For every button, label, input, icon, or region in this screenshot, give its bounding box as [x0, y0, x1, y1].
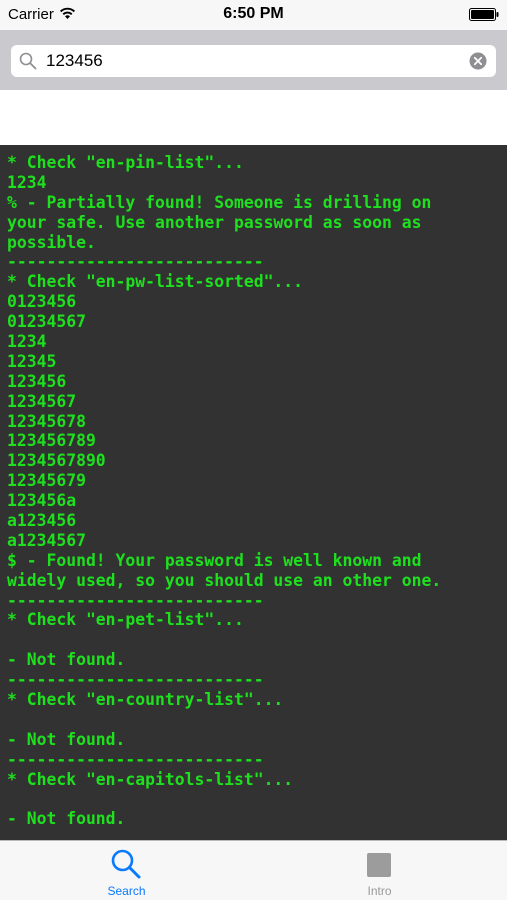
battery-icon: [469, 8, 499, 21]
status-bar: Carrier 6:50 PM: [0, 0, 507, 30]
tab-search-label: Search: [107, 884, 146, 898]
console-output[interactable]: * Check "en-pin-list"... 1234% - Partiall…: [0, 145, 507, 840]
tab-search[interactable]: Search: [0, 841, 253, 900]
console-line: --------------------------: [7, 590, 264, 610]
console-line: 12345: [7, 351, 57, 371]
console-line: 12345678: [7, 411, 86, 431]
console-line: 123456a: [7, 491, 77, 511]
console-line: 12345679: [7, 471, 86, 491]
content-spacer: [0, 90, 507, 145]
console-text: * Check "en-pin-list"... 1234% - Partiall…: [7, 153, 503, 829]
console-line: 1234: [7, 172, 47, 192]
console-line: * Check "en-country-list"...: [7, 690, 284, 710]
console-line: $ - Found! Your password is well known a…: [7, 550, 422, 570]
console-line: 1234567890: [7, 451, 106, 471]
console-line: % - Partially found! Someone is drilling…: [7, 192, 432, 212]
console-line: * Check "en-pin-list"...: [7, 153, 244, 172]
console-line: --------------------------: [7, 252, 264, 272]
console-line: a123456: [7, 511, 77, 531]
console-line: a1234567: [7, 530, 86, 550]
tab-intro[interactable]: Intro: [253, 841, 506, 900]
console-line: widely used, so you should use an other …: [7, 570, 442, 590]
console-line: - Not found.: [7, 809, 126, 829]
search-field[interactable]: [11, 45, 496, 77]
search-icon: [19, 52, 37, 70]
console-line: * Check "en-pet-list"...: [7, 610, 244, 630]
tab-bar: Search Intro: [0, 840, 507, 900]
console-line: 01234567: [7, 312, 86, 332]
console-line: - Not found.: [7, 729, 126, 749]
console-line: --------------------------: [7, 670, 264, 690]
console-line: 1234: [7, 332, 47, 352]
console-line: --------------------------: [7, 749, 264, 769]
console-line: 123456: [7, 371, 67, 391]
console-line: 1234567: [7, 391, 77, 411]
magnifier-icon: [111, 849, 141, 879]
console-line: - Not found.: [7, 650, 126, 670]
status-time: 6:50 PM: [223, 5, 284, 22]
console-line: possible.: [7, 232, 96, 252]
square-icon: [367, 853, 391, 877]
search-bar: [0, 30, 507, 90]
console-line: * Check "en-capitols-list"...: [7, 769, 294, 789]
console-line: your safe. Use another password as soon …: [7, 212, 422, 232]
console-line: 0123456: [7, 292, 77, 312]
clear-circle-icon[interactable]: [469, 52, 487, 70]
console-line: * Check "en-pw-list-sorted"...: [7, 272, 304, 292]
search-input[interactable]: [46, 51, 446, 71]
tab-intro-label: Intro: [367, 884, 392, 898]
console-line: 123456789: [7, 431, 96, 451]
